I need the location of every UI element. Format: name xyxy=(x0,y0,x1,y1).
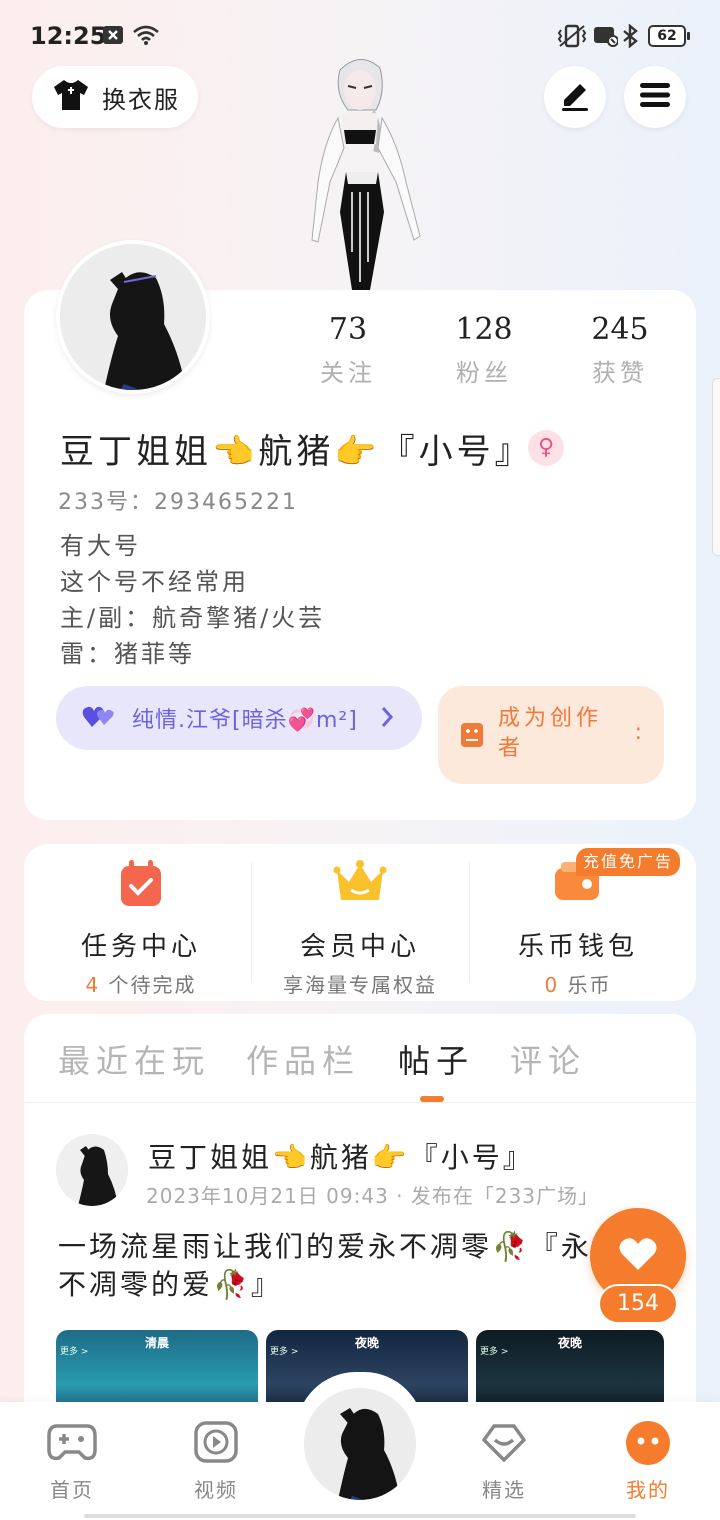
tab-comments[interactable]: 评论 xyxy=(510,1036,586,1082)
bluetooth-icon xyxy=(620,23,640,49)
edit-profile-button[interactable] xyxy=(544,66,606,128)
wallet-title: 乐币钱包 xyxy=(517,932,638,962)
heart-icon xyxy=(618,1236,658,1276)
profile-bio: 有大号 这个号不经常用 主/副：航奇擎猪/火芸 雷：猪菲等 xyxy=(60,528,325,672)
wallet-balance: 0 xyxy=(544,973,560,997)
notification-icon xyxy=(102,24,124,48)
divider xyxy=(24,1102,696,1103)
home-indicator[interactable] xyxy=(84,1514,636,1518)
member-center-sub: 享海量专属权益 xyxy=(283,973,437,997)
nav-video-label: 视频 xyxy=(194,1478,238,1502)
post-image-chip: 更多 > xyxy=(270,1347,299,1357)
gender-female-icon: ♀ xyxy=(528,430,564,466)
nav-featured[interactable]: 精选 xyxy=(444,1420,564,1503)
avatar-3d-character[interactable] xyxy=(288,52,438,290)
stat-likes-label: 获赞 xyxy=(592,359,648,387)
fan-club-label: 纯情.江爷[暗杀💞m²] xyxy=(132,708,358,733)
stat-likes[interactable]: 245 获赞 xyxy=(560,312,680,388)
bio-line: 主/副：航奇擎猪/火芸 xyxy=(60,604,326,632)
post-image-chip: 更多 > xyxy=(480,1347,509,1357)
stat-fans-value: 128 xyxy=(455,312,513,347)
member-center-entry[interactable]: 会员中心 享海量专属权益 xyxy=(251,858,469,998)
crown-icon xyxy=(251,858,469,912)
wallet-sub-text: 乐币 xyxy=(567,973,612,997)
post-author-name[interactable]: 豆丁姐姐👈航猪👉『小号』 xyxy=(148,1136,534,1176)
profile-nickname: 豆丁姐姐👈航猪👉『小号』 xyxy=(60,432,533,472)
stat-fans[interactable]: 128 粉丝 xyxy=(424,312,544,388)
nav-home[interactable]: 首页 xyxy=(12,1420,132,1503)
calendar-check-icon xyxy=(32,858,250,912)
gamepad-icon xyxy=(460,722,484,752)
heart-diamond-icon xyxy=(444,1420,564,1466)
nav-featured-label: 精选 xyxy=(482,1478,526,1502)
face-icon xyxy=(588,1420,708,1466)
shirt-icon xyxy=(52,78,90,116)
stat-likes-value: 245 xyxy=(591,312,649,347)
chevron-right-icon xyxy=(380,704,394,734)
post-meta: 2023年10月21日 09:43 · 发布在「233广场」 xyxy=(146,1184,600,1208)
stat-following[interactable]: 73 关注 xyxy=(288,312,408,388)
task-center-title: 任务中心 xyxy=(80,932,201,962)
side-drawer-handle[interactable] xyxy=(712,378,720,556)
nav-home-label: 首页 xyxy=(50,1478,94,1502)
creator-colon: : xyxy=(634,720,642,745)
change-outfit-label: 换衣服 xyxy=(102,85,180,114)
status-time: 12:25 xyxy=(30,22,107,50)
task-center-sub: 4 个待完成 xyxy=(32,969,250,998)
task-center-count: 4 xyxy=(85,973,101,997)
tab-posts[interactable]: 帖子 xyxy=(398,1036,474,1082)
wifi-icon xyxy=(132,24,160,48)
stat-fans-label: 粉丝 xyxy=(456,359,512,387)
menu-button[interactable] xyxy=(624,66,686,128)
member-center-title: 会员中心 xyxy=(299,932,420,962)
become-creator-label: 成为创作者 xyxy=(498,706,603,761)
pencil-icon xyxy=(558,78,592,116)
stat-following-value: 73 xyxy=(328,312,368,347)
profile-avatar[interactable] xyxy=(56,240,210,394)
tab-works[interactable]: 作品栏 xyxy=(246,1036,360,1082)
nav-mine[interactable]: 我的 xyxy=(588,1420,708,1503)
wallet-entry[interactable]: 乐币钱包 0 乐币 xyxy=(469,858,687,998)
post-text[interactable]: 一场流星雨让我们的爱永不凋零🥀『永不凋零的爱🥀』 xyxy=(58,1228,618,1304)
ad-free-badge[interactable]: 充值免广告 xyxy=(576,848,680,876)
tab-recent-played[interactable]: 最近在玩 xyxy=(58,1036,210,1082)
post-image-chip: 更多 > xyxy=(60,1347,89,1357)
nav-mine-label: 我的 xyxy=(626,1478,670,1502)
wallet-sub: 0 乐币 xyxy=(469,969,687,998)
hearts-icon xyxy=(82,703,116,733)
nav-video[interactable]: 视频 xyxy=(156,1420,276,1503)
battery-indicator: 62 xyxy=(648,25,690,47)
vibrate-icon xyxy=(556,24,588,48)
bio-line: 有大号 xyxy=(60,532,141,560)
gamepad-icon xyxy=(12,1420,132,1466)
change-outfit-button[interactable]: 换衣服 xyxy=(32,66,198,128)
screen-cast-icon xyxy=(592,24,619,48)
bio-line: 这个号不经常用 xyxy=(60,568,249,596)
like-count: 154 xyxy=(598,1284,678,1324)
stat-following-label: 关注 xyxy=(320,359,376,387)
fan-club-pill[interactable]: 纯情.江爷[暗杀💞m²] xyxy=(56,686,422,750)
nav-avatar-button[interactable] xyxy=(304,1388,416,1500)
menu-icon xyxy=(638,80,672,114)
become-creator-button[interactable]: 成为创作者 : xyxy=(438,686,664,784)
post-author-avatar[interactable] xyxy=(56,1134,128,1206)
bio-line: 雷：猪菲等 xyxy=(60,640,195,668)
play-icon xyxy=(156,1420,276,1466)
task-center-entry[interactable]: 任务中心 4 个待完成 xyxy=(32,858,250,998)
profile-uid[interactable]: 233号：293465221 xyxy=(58,484,298,516)
task-center-sub-text: 个待完成 xyxy=(108,973,197,997)
